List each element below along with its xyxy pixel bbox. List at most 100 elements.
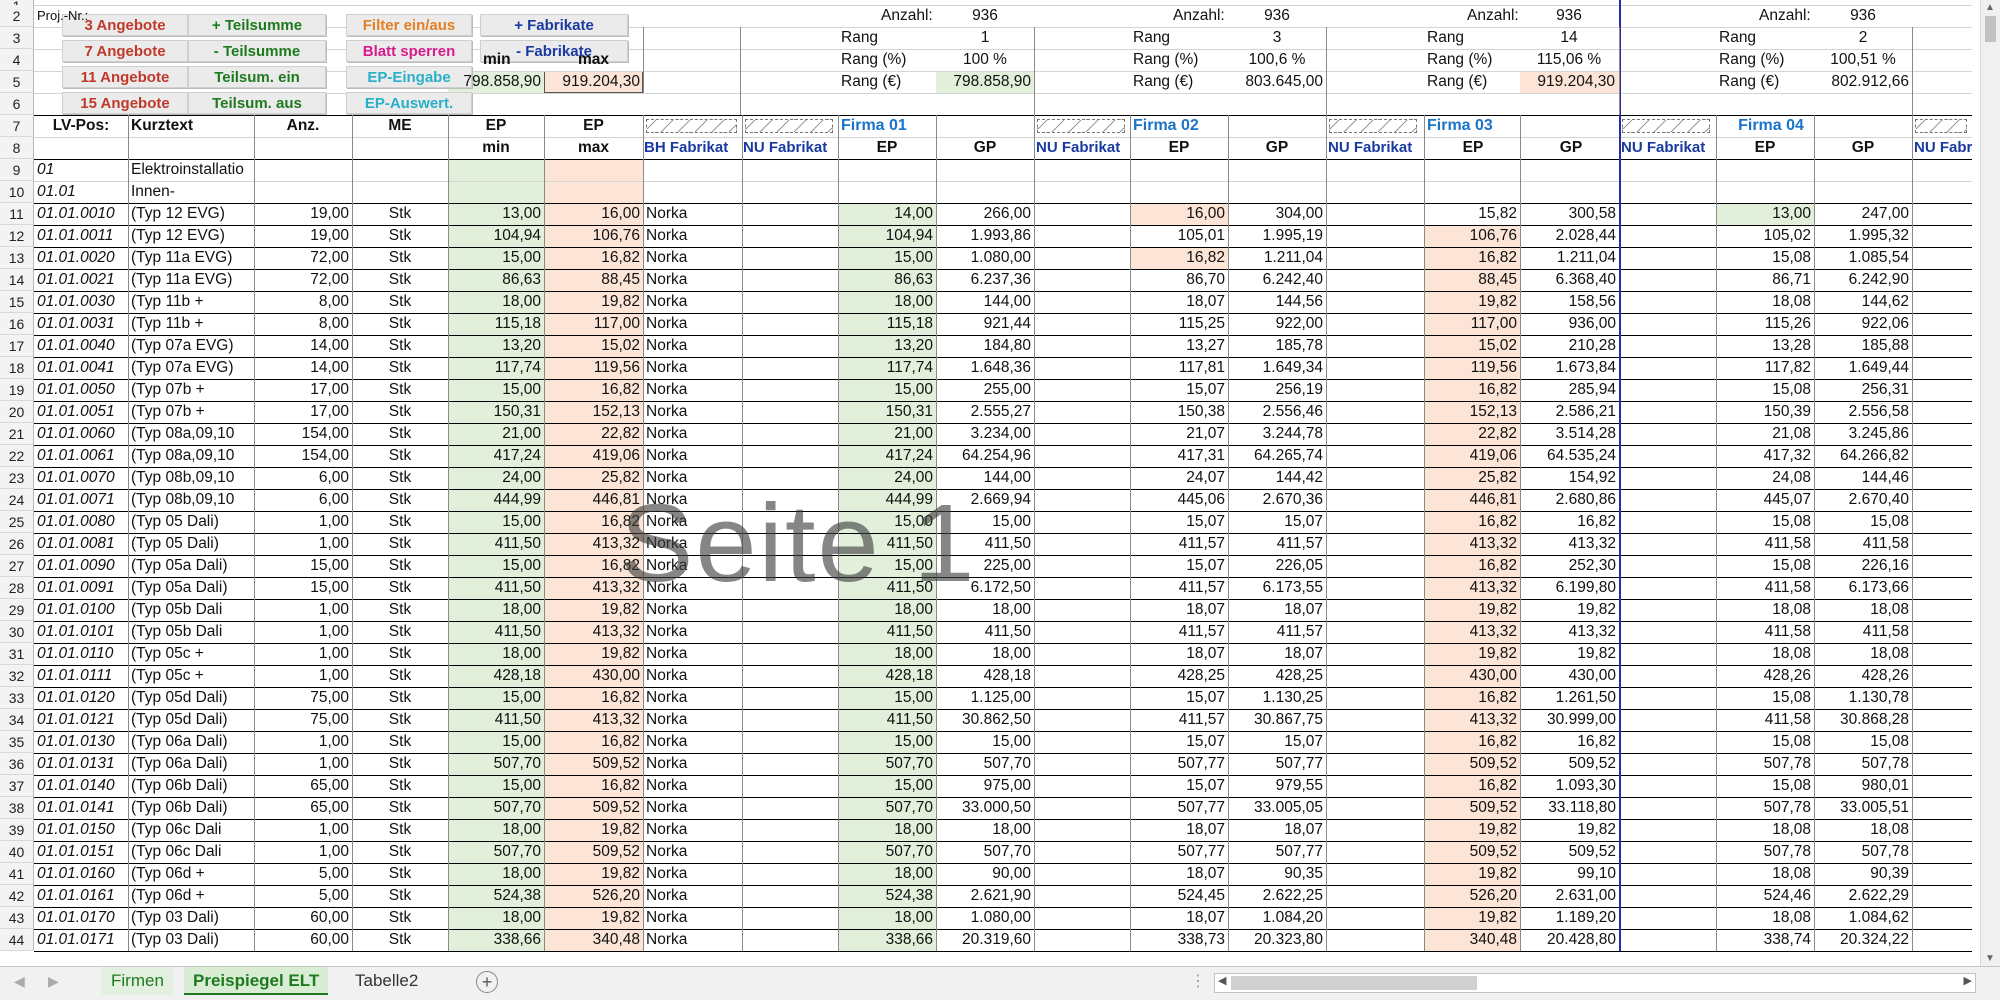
firma04-ep-cell[interactable]: 18,08 [1716,907,1814,928]
firma03-gp-cell[interactable]: 19,82 [1520,643,1619,664]
firma02-gp-cell[interactable]: 15,07 [1228,731,1326,752]
me-cell[interactable]: Stk [352,621,448,642]
ep-max-cell[interactable]: 19,82 [544,907,643,928]
bh-fabrikat-cell[interactable]: Norka [643,511,742,532]
firma03-ep-cell[interactable]: 16,82 [1424,379,1520,400]
firma02-ep-cell[interactable]: 15,07 [1130,775,1228,796]
ep-min-cell[interactable]: 524,38 [448,885,544,906]
anz-cell[interactable]: 6,00 [254,489,352,510]
firma02-ep-cell[interactable]: 21,07 [1130,423,1228,444]
ep-max-cell[interactable]: 16,00 [544,203,643,224]
firma02-gp-cell[interactable]: 2.622,25 [1228,885,1326,906]
firma02-gp-cell[interactable]: 304,00 [1228,203,1326,224]
ep-min-cell[interactable]: 15,00 [448,247,544,268]
firma01-gp-cell[interactable]: 64.254,96 [936,445,1034,466]
firma02-gp-cell[interactable]: 1.649,34 [1228,357,1326,378]
firma01-gp-cell[interactable]: 18,00 [936,643,1034,664]
me-cell[interactable]: Stk [352,401,448,422]
firma03-gp-cell[interactable]: 413,32 [1520,533,1619,554]
button-7-angebote[interactable]: 7 Angebote [62,40,188,62]
row-header[interactable]: 21 [0,423,34,445]
firma03-ep-cell[interactable]: 16,82 [1424,511,1520,532]
firma03-ep-cell[interactable]: 413,32 [1424,533,1520,554]
tab-preispiegel-elt[interactable]: Preispiegel ELT [184,967,329,995]
firma04-gp-cell[interactable]: 2.556,58 [1814,401,1912,422]
firma04-gp-cell[interactable]: 6.173,66 [1814,577,1912,598]
firma03-gp-cell[interactable]: 430,00 [1520,665,1619,686]
kurztext-cell[interactable]: (Typ 08a,09,10 [128,445,254,466]
kurztext-cell[interactable]: (Typ 03 Dali) [128,907,254,928]
firma01-gp-cell[interactable]: 507,70 [936,841,1034,862]
anz-cell[interactable]: 15,00 [254,555,352,576]
row-header[interactable]: 15 [0,291,34,313]
row-header[interactable]: 2 [0,5,34,27]
firma04-gp-cell[interactable]: 980,01 [1814,775,1912,796]
firma02-gp-cell[interactable]: 18,07 [1228,819,1326,840]
firma04-gp-cell[interactable]: 3.245,86 [1814,423,1912,444]
firma01-ep-cell[interactable]: 411,50 [838,577,936,598]
firma01-ep-cell[interactable]: 24,00 [838,467,936,488]
anz-cell[interactable]: 1,00 [254,841,352,862]
firma04-ep-cell[interactable]: 15,08 [1716,775,1814,796]
firma01-gp-cell[interactable]: 225,00 [936,555,1034,576]
firma03-gp-cell[interactable]: 413,32 [1520,621,1619,642]
firma02-gp-cell[interactable]: 144,56 [1228,291,1326,312]
firma04-ep-cell[interactable]: 15,08 [1716,731,1814,752]
ep-max-cell[interactable]: 117,00 [544,313,643,334]
bh-fabrikat-cell[interactable]: Norka [643,577,742,598]
scroll-up-icon[interactable]: ▲ [1985,2,1995,13]
me-cell[interactable]: Stk [352,467,448,488]
me-cell[interactable]: Stk [352,357,448,378]
row-header[interactable]: 38 [0,797,34,819]
firma02-ep-cell[interactable]: 18,07 [1130,599,1228,620]
lv-pos-cell[interactable]: 01.01.0121 [34,709,128,730]
firma01-gp-cell[interactable]: 975,00 [936,775,1034,796]
kurztext-cell[interactable]: (Typ 05b Dali [128,621,254,642]
firma03-gp-cell[interactable]: 33.118,80 [1520,797,1619,818]
bh-fabrikat-cell[interactable]: Norka [643,291,742,312]
firma01-ep-cell[interactable]: 117,74 [838,357,936,378]
lv-pos-cell[interactable]: 01.01.0110 [34,643,128,664]
anz-cell[interactable]: 19,00 [254,225,352,246]
firma01-ep-cell[interactable]: 15,00 [838,511,936,532]
ep-min-cell[interactable]: 18,00 [448,291,544,312]
tab-firmen[interactable]: Firmen [102,967,173,995]
tab-scroll-left-icon[interactable]: ◀ [14,973,25,990]
bh-fabrikat-cell[interactable]: Norka [643,225,742,246]
row-header[interactable]: 31 [0,643,34,665]
firma02-gp-cell[interactable]: 2.556,46 [1228,401,1326,422]
firma01-gp-cell[interactable]: 15,00 [936,731,1034,752]
ep-max-cell[interactable]: 413,32 [544,577,643,598]
row-header[interactable]: 8 [0,137,34,159]
firma04-ep-cell[interactable]: 18,08 [1716,291,1814,312]
firma03-ep-cell[interactable]: 106,76 [1424,225,1520,246]
kurztext-cell[interactable]: (Typ 06a Dali) [128,731,254,752]
lv-pos-cell[interactable]: 01.01.0171 [34,929,128,950]
firma01-ep-cell[interactable]: 115,18 [838,313,936,334]
firma03-gp-cell[interactable]: 509,52 [1520,753,1619,774]
bh-fabrikat-cell[interactable]: Norka [643,313,742,334]
firma04-gp-cell[interactable]: 922,06 [1814,313,1912,334]
firma02-ep-cell[interactable]: 15,07 [1130,511,1228,532]
firma04-gp-cell[interactable]: 18,08 [1814,819,1912,840]
bh-fabrikat-cell[interactable]: Norka [643,533,742,554]
ep-min-cell[interactable]: 15,00 [448,555,544,576]
row-header[interactable]: 26 [0,533,34,555]
firma01-ep-cell[interactable]: 15,00 [838,379,936,400]
ep-max-cell[interactable]: 19,82 [544,291,643,312]
firma02-ep-cell[interactable]: 18,07 [1130,819,1228,840]
horizontal-scroll-thumb[interactable] [1231,976,1477,990]
button-ep-auswert[interactable]: EP-Auswert. [346,92,472,114]
kurztext-cell[interactable]: (Typ 07b + [128,379,254,400]
bh-fabrikat-cell[interactable]: Norka [643,731,742,752]
firma04-gp-cell[interactable]: 247,00 [1814,203,1912,224]
ep-min-cell[interactable]: 18,00 [448,863,544,884]
row-header[interactable]: 27 [0,555,34,577]
firma03-ep-cell[interactable]: 446,81 [1424,489,1520,510]
bh-fabrikat-cell[interactable]: Norka [643,753,742,774]
ep-min-cell[interactable]: 411,50 [448,621,544,642]
firma02-ep-cell[interactable]: 18,07 [1130,863,1228,884]
ep-min-cell[interactable]: 15,00 [448,731,544,752]
bh-fabrikat-cell[interactable]: Norka [643,643,742,664]
ep-max-cell[interactable]: 19,82 [544,819,643,840]
